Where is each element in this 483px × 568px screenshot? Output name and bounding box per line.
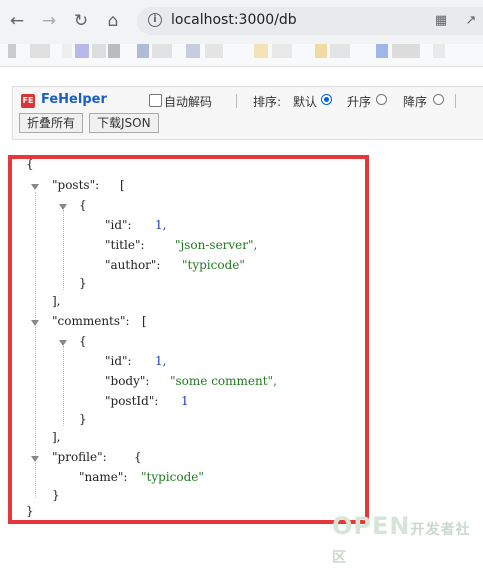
bookmarks-bar: [0, 44, 483, 66]
sort-default-label: 默认: [293, 95, 318, 109]
auto-decode-label: 自动解码: [164, 95, 213, 109]
bookmark-item[interactable]: [108, 44, 120, 58]
url-text[interactable]: localhost:3000/db: [171, 12, 297, 28]
sort-label: 排序:: [253, 95, 282, 109]
bookmark-item[interactable]: [75, 44, 89, 58]
download-json-button[interactable]: 下载JSON: [89, 113, 159, 133]
watermark-main: OPEN: [332, 512, 411, 540]
bookmark-item[interactable]: [330, 44, 350, 58]
translate-icon[interactable]: ▦: [433, 13, 449, 29]
bookmark-item[interactable]: [137, 44, 149, 58]
bookmark-item[interactable]: [92, 44, 106, 58]
bookmark-item[interactable]: [376, 44, 388, 58]
bookmark-item[interactable]: [8, 44, 16, 58]
reload-icon[interactable]: ↻: [70, 10, 92, 32]
forward-arrow-icon[interactable]: →: [38, 10, 60, 32]
highlight-box: [8, 155, 369, 524]
share-icon[interactable]: ↗: [463, 13, 479, 29]
bookmark-item[interactable]: [205, 44, 223, 58]
bookmark-item[interactable]: [433, 44, 445, 58]
sort-asc-label: 升序: [347, 95, 372, 109]
bookmark-item[interactable]: [152, 44, 172, 58]
fehelper-logo-icon: FE: [21, 94, 35, 108]
fehelper-toolbar: FE FeHelper 自动解码 排序: 默认 升序 降序 折叠所有 下载JSO…: [12, 86, 483, 140]
site-info-icon[interactable]: i: [148, 13, 162, 27]
sort-desc-label: 降序: [403, 95, 428, 109]
bookmark-item[interactable]: [315, 44, 327, 58]
bookmark-item[interactable]: [392, 44, 420, 58]
address-bar[interactable]: i localhost:3000/db ▦ ↗: [137, 7, 483, 35]
bookmark-item[interactable]: [254, 44, 268, 58]
browser-toolbar: ← → ↻ ⌂ i localhost:3000/db ▦ ↗: [0, 0, 483, 44]
bookmark-item[interactable]: [30, 44, 50, 58]
sort-asc-radio[interactable]: [376, 94, 387, 105]
collapse-all-button[interactable]: 折叠所有: [19, 113, 84, 133]
bookmark-item[interactable]: [62, 44, 72, 58]
home-icon[interactable]: ⌂: [102, 10, 124, 32]
bookmark-item[interactable]: [186, 44, 200, 58]
sort-desc-radio[interactable]: [433, 94, 444, 105]
toolbar-separator: [236, 94, 237, 108]
bookmark-item[interactable]: [272, 44, 292, 58]
toolbar-separator: [455, 94, 456, 108]
auto-decode-checkbox[interactable]: [149, 94, 162, 107]
fehelper-name[interactable]: FeHelper: [41, 92, 107, 107]
back-arrow-icon[interactable]: ←: [6, 10, 28, 32]
toolbar-divider: [0, 66, 483, 67]
watermark: OPEN开发者社区: [332, 512, 483, 568]
sort-default-radio[interactable]: [321, 94, 332, 105]
